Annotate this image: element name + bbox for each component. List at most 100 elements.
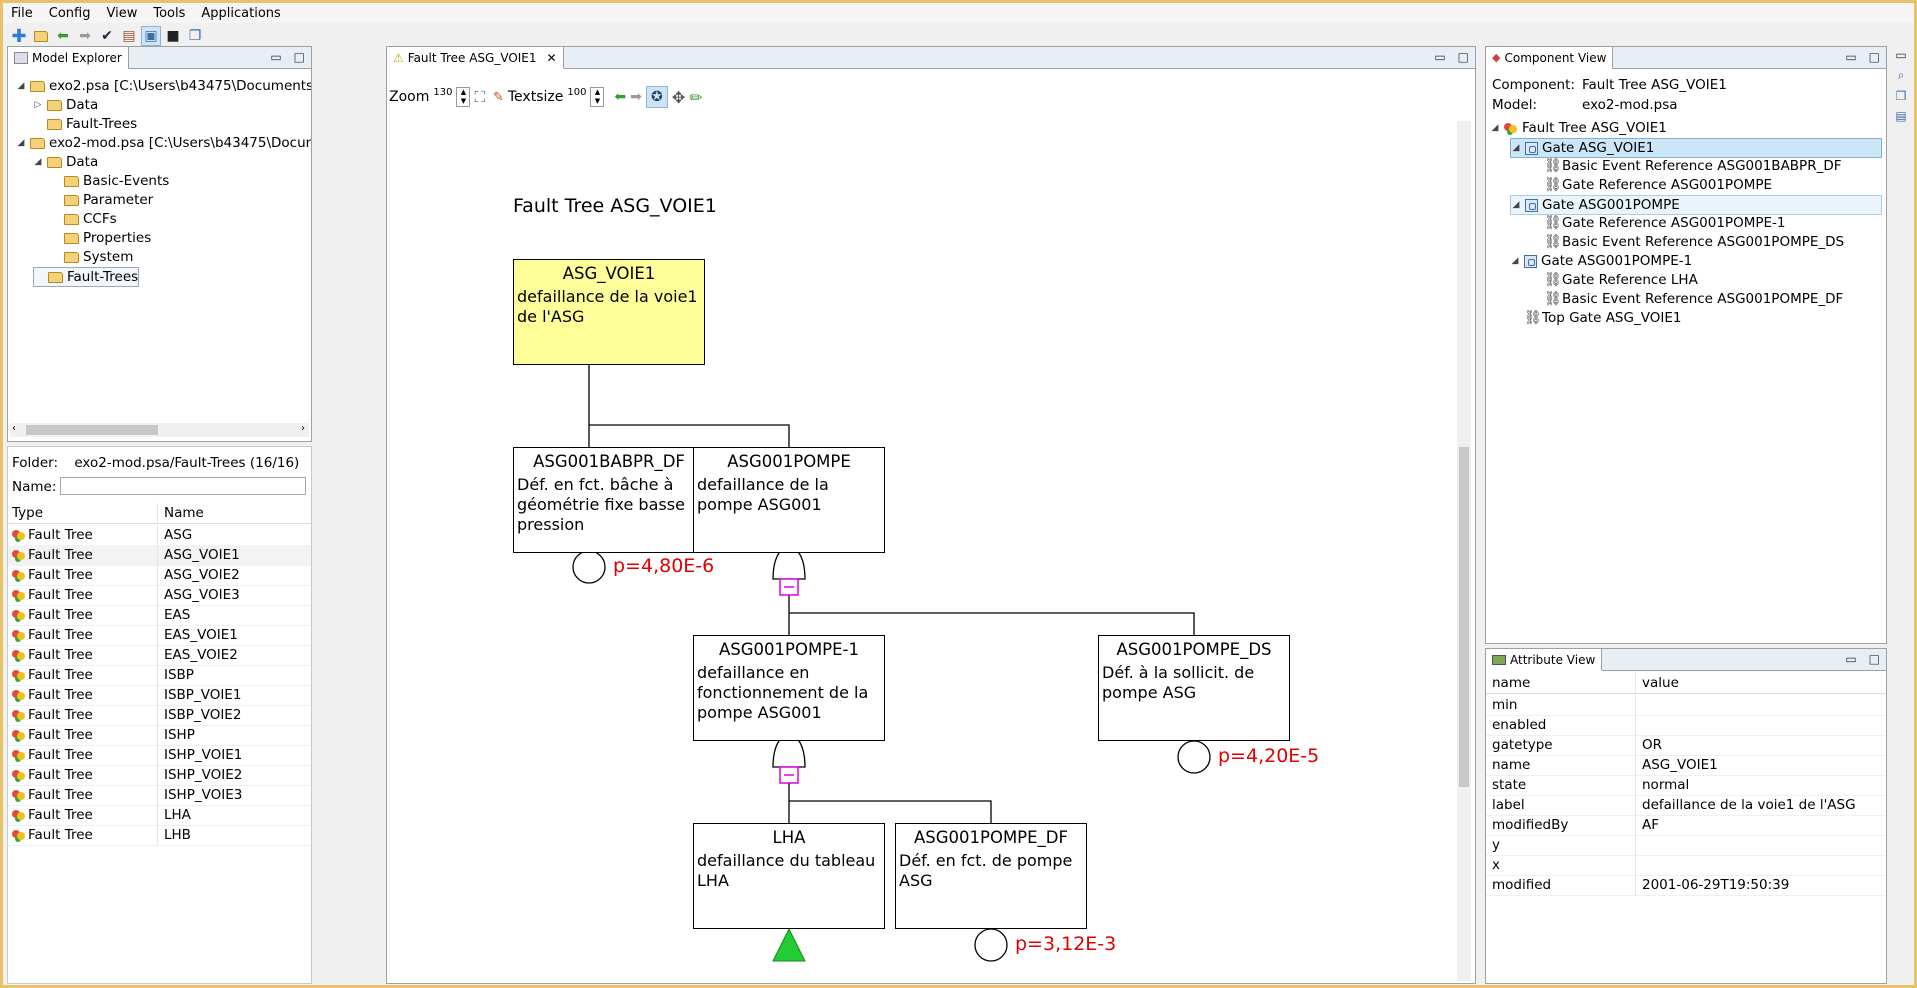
model-tree-item[interactable]: ◢ exo2.psa [C:\Users\b43475\Documents\And…	[16, 77, 311, 95]
zoom-value[interactable]: 130	[433, 87, 452, 98]
attribute-row[interactable]: gatetype OR	[1486, 735, 1886, 756]
node-asg-voie1[interactable]: ASG_VOIE1 defaillance de la voie1 de l'A…	[513, 259, 705, 365]
name-column-header[interactable]: Name	[158, 505, 204, 521]
menu-config[interactable]: Config	[41, 6, 99, 21]
menu-view[interactable]: View	[98, 6, 145, 21]
list-item[interactable]: Fault Tree ISHP_VOIE2	[8, 765, 311, 786]
list-item[interactable]: Fault Tree ASG	[8, 525, 311, 546]
scroll-right-icon[interactable]: ›	[301, 423, 305, 434]
attribute-row[interactable]: label defaillance de la voie1 de l'ASG	[1486, 795, 1886, 816]
console-icon[interactable]: ■	[163, 26, 183, 46]
zoom-spinner[interactable]: ▲ ▼	[456, 87, 471, 107]
node-asg001babpr-df[interactable]: ASG001BABPR_DF Déf. en fct. bâche à géom…	[513, 447, 705, 553]
tab-component-view[interactable]: ◆ Component View	[1486, 47, 1614, 69]
pen-icon[interactable]: ✏	[689, 88, 702, 107]
maximize-icon[interactable]: □	[1869, 652, 1880, 666]
component-tree-item[interactable]: ⛓ Gate Reference ASG001POMPE-1	[1530, 214, 1785, 232]
list-item[interactable]: Fault Tree ISHP_VOIE1	[8, 745, 311, 766]
scroll-left-icon[interactable]: ‹	[12, 423, 16, 434]
vertical-scrollbar[interactable]	[1457, 121, 1471, 981]
model-tree-item[interactable]: ◢ Data	[33, 153, 99, 171]
copy-icon[interactable]: ❐	[185, 26, 205, 46]
name-filter-input[interactable]	[60, 477, 306, 495]
value-column-header[interactable]: value	[1636, 675, 1679, 691]
expand-toggle-icon[interactable]: ◢	[16, 134, 26, 152]
window-layout-icon[interactable]: ▣	[141, 26, 161, 46]
model-tree-item[interactable]: Basic-Events	[50, 172, 169, 190]
minimize-icon[interactable]: ▭	[1845, 652, 1856, 666]
component-tree-item[interactable]: ⛓ Basic Event Reference ASG001POMPE_DS	[1530, 233, 1844, 251]
attribute-row[interactable]: name ASG_VOIE1	[1486, 755, 1886, 776]
model-tree-item[interactable]: Fault-Trees	[33, 115, 137, 133]
attribute-row[interactable]: modified 2001-06-29T19:50:39	[1486, 875, 1886, 896]
component-tree-item[interactable]: ◢ Gate ASG_VOIE1	[1510, 138, 1882, 158]
tab-attribute-view[interactable]: Attribute View	[1486, 649, 1603, 671]
new-icon[interactable]: ✚	[9, 26, 29, 47]
list-item[interactable]: Fault Tree ASG_VOIE1	[8, 545, 311, 566]
attribute-row[interactable]: x	[1486, 855, 1886, 876]
node-asg001pompe-ds[interactable]: ASG001POMPE_DS Déf. à la sollicit. de po…	[1098, 635, 1290, 741]
fit-icon[interactable]: ⛶	[474, 88, 485, 106]
copy-icon[interactable]: ❐	[1896, 89, 1907, 103]
menu-applications[interactable]: Applications	[193, 6, 288, 21]
back-arrow-icon[interactable]: ⬅	[53, 26, 73, 46]
node-asg001pompe-1[interactable]: ASG001POMPE-1 defaillance en fonctionnem…	[693, 635, 885, 741]
check-icon[interactable]: ✔	[97, 26, 117, 46]
component-tree-item[interactable]: ◢ Gate ASG001POMPE-1	[1510, 252, 1693, 270]
scroll-thumb[interactable]	[26, 425, 158, 435]
component-tree-item[interactable]: ⛓ Basic Event Reference ASG001POMPE_DF	[1530, 290, 1843, 308]
maximize-icon[interactable]: □	[294, 50, 305, 64]
attribute-row[interactable]: state normal	[1486, 775, 1886, 796]
expand-toggle-icon[interactable]: ◢	[1490, 119, 1500, 137]
menu-file[interactable]: File	[3, 6, 41, 21]
list-item[interactable]: Fault Tree ISHP	[8, 725, 311, 746]
minimize-icon[interactable]: ▭	[1434, 50, 1445, 64]
model-tree-item[interactable]: System	[50, 248, 133, 266]
list-item[interactable]: Fault Tree LHB	[8, 825, 311, 846]
close-tab-icon[interactable]: ✕	[547, 51, 557, 65]
component-tree-item[interactable]: ◢ Gate ASG001POMPE	[1510, 195, 1882, 215]
list-item[interactable]: Fault Tree EAS_VOIE1	[8, 625, 311, 646]
model-tree-item[interactable]: Fault-Trees	[33, 267, 140, 287]
list-item[interactable]: Fault Tree EAS_VOIE2	[8, 645, 311, 666]
model-tree-item[interactable]: ◢ exo2-mod.psa [C:\Users\b43475\Documents…	[16, 134, 311, 152]
attribute-row[interactable]: min	[1486, 695, 1886, 716]
maximize-icon[interactable]: □	[1869, 50, 1880, 64]
minimize-icon[interactable]: ▭	[270, 50, 281, 64]
tab-model-explorer[interactable]: Model Explorer	[8, 47, 129, 69]
maximize-icon[interactable]: □	[1458, 50, 1469, 64]
tab-fault-tree-editor[interactable]: ⚠ Fault Tree ASG_VOIE1 ✕	[387, 47, 564, 69]
component-tree-item[interactable]: ◢ Fault Tree ASG_VOIE1	[1490, 119, 1667, 137]
list-item[interactable]: Fault Tree ISHP_VOIE3	[8, 785, 311, 806]
list-item[interactable]: Fault Tree LHA	[8, 805, 311, 826]
refresh-icon[interactable]: ✪	[645, 86, 668, 108]
node-asg001pompe-df[interactable]: ASG001POMPE_DF Déf. en fct. de pompe ASG	[895, 823, 1087, 929]
text-style-icon[interactable]: ✎	[493, 90, 504, 105]
forward-arrow-icon[interactable]: ➡	[75, 26, 95, 46]
attribute-row[interactable]: y	[1486, 835, 1886, 856]
component-tree-item[interactable]: ⛓ Gate Reference ASG001POMPE	[1530, 176, 1772, 194]
expand-toggle-icon[interactable]: ◢	[1511, 196, 1521, 214]
minimize-icon[interactable]: ▭	[1845, 50, 1856, 64]
list-item[interactable]: Fault Tree EAS	[8, 605, 311, 626]
attribute-row[interactable]: enabled	[1486, 715, 1886, 736]
node-lha[interactable]: LHA defaillance du tableau LHA	[693, 823, 885, 929]
library-icon[interactable]: ▤	[119, 26, 139, 46]
textsize-spinner[interactable]: ▲ ▼	[590, 87, 605, 107]
component-tree-item[interactable]: ⛓ Gate Reference LHA	[1530, 271, 1698, 289]
node-asg001pompe[interactable]: ASG001POMPE defaillance de la pompe ASG0…	[693, 447, 885, 553]
open-folder-icon[interactable]	[31, 26, 51, 46]
expand-toggle-icon[interactable]: ▷	[33, 96, 43, 114]
horizontal-scrollbar[interactable]: ‹ ›	[10, 423, 309, 437]
expand-toggle-icon[interactable]: ◢	[16, 77, 26, 95]
back-arrow-icon[interactable]: ⬅	[614, 89, 626, 105]
expand-toggle-icon[interactable]: ◢	[1511, 139, 1521, 157]
model-tree-item[interactable]: CCFs	[50, 210, 117, 228]
list-item[interactable]: Fault Tree ISBP_VOIE1	[8, 685, 311, 706]
attribute-row[interactable]: modifiedBy AF	[1486, 815, 1886, 836]
scroll-thumb[interactable]	[1459, 447, 1469, 787]
type-column-header[interactable]: Type	[8, 503, 158, 523]
textsize-value[interactable]: 100	[567, 87, 586, 98]
menu-tools[interactable]: Tools	[145, 6, 193, 21]
layout-icon[interactable]: ✥	[672, 88, 685, 107]
